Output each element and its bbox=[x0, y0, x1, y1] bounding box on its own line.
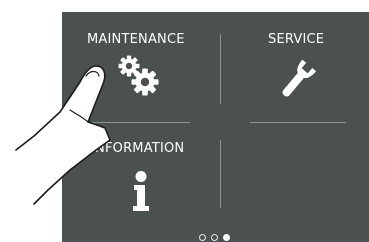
horizontal-divider-left bbox=[92, 122, 190, 123]
vertical-divider-bottom bbox=[220, 140, 221, 208]
horizontal-divider-right bbox=[250, 122, 346, 123]
gears-icon bbox=[118, 55, 159, 96]
info-icon bbox=[133, 171, 149, 211]
maintenance-tile[interactable]: MAINTENANCE bbox=[62, 12, 220, 122]
page-dot-2[interactable] bbox=[211, 234, 218, 241]
service-label: SERVICE bbox=[268, 32, 325, 47]
vertical-divider-top bbox=[220, 34, 221, 104]
menu-panel: MAINTENANCE SERVICE INFORMATION bbox=[62, 12, 369, 242]
maintenance-label: MAINTENANCE bbox=[87, 32, 185, 47]
empty-tile bbox=[220, 124, 369, 232]
wrench-icon bbox=[282, 59, 317, 97]
information-label: INFORMATION bbox=[91, 141, 185, 156]
page-dot-3[interactable] bbox=[223, 234, 230, 241]
information-tile[interactable]: INFORMATION bbox=[62, 124, 220, 232]
page-dot-1[interactable] bbox=[199, 234, 206, 241]
service-tile[interactable]: SERVICE bbox=[220, 12, 369, 122]
